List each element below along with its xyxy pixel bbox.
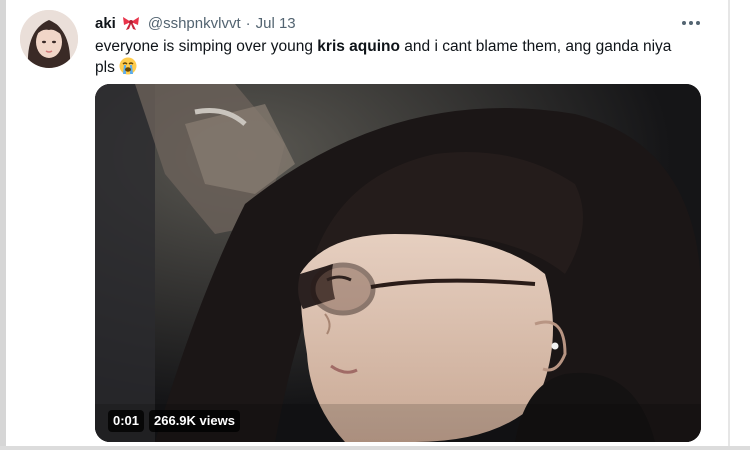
video-player[interactable]: 0:01 266.9K views bbox=[95, 84, 701, 442]
frame-right-border bbox=[728, 0, 730, 450]
frame-bottom-border bbox=[0, 446, 750, 450]
more-dots-icon bbox=[682, 21, 700, 25]
tweet-text-mention: kris aquino bbox=[317, 38, 400, 55]
tweet-text: everyone is simping over young kris aqui… bbox=[95, 36, 695, 78]
ribbon-icon bbox=[122, 16, 140, 30]
author-name[interactable]: aki bbox=[95, 15, 116, 32]
tweet-timestamp[interactable]: Jul 13 bbox=[256, 15, 296, 32]
tweet-screenshot: aki @sshpnkvlvvt · Jul 13 everyone is si… bbox=[0, 0, 750, 450]
tweet-text-start: everyone is simping over young bbox=[95, 38, 318, 55]
video-timestamp-badge: 0:01 bbox=[108, 410, 145, 432]
video-frame bbox=[95, 84, 701, 442]
header-separator: · bbox=[245, 14, 251, 32]
loudly-crying-face-icon bbox=[119, 57, 137, 75]
more-options-button[interactable] bbox=[678, 14, 704, 32]
video-views-badge: 266.9K views bbox=[149, 410, 240, 432]
author-handle[interactable]: @sshpnkvlvvt bbox=[148, 15, 241, 32]
tweet-header: aki @sshpnkvlvvt · Jul 13 bbox=[95, 13, 296, 33]
frame-left-border bbox=[0, 0, 6, 450]
avatar[interactable] bbox=[20, 10, 78, 68]
